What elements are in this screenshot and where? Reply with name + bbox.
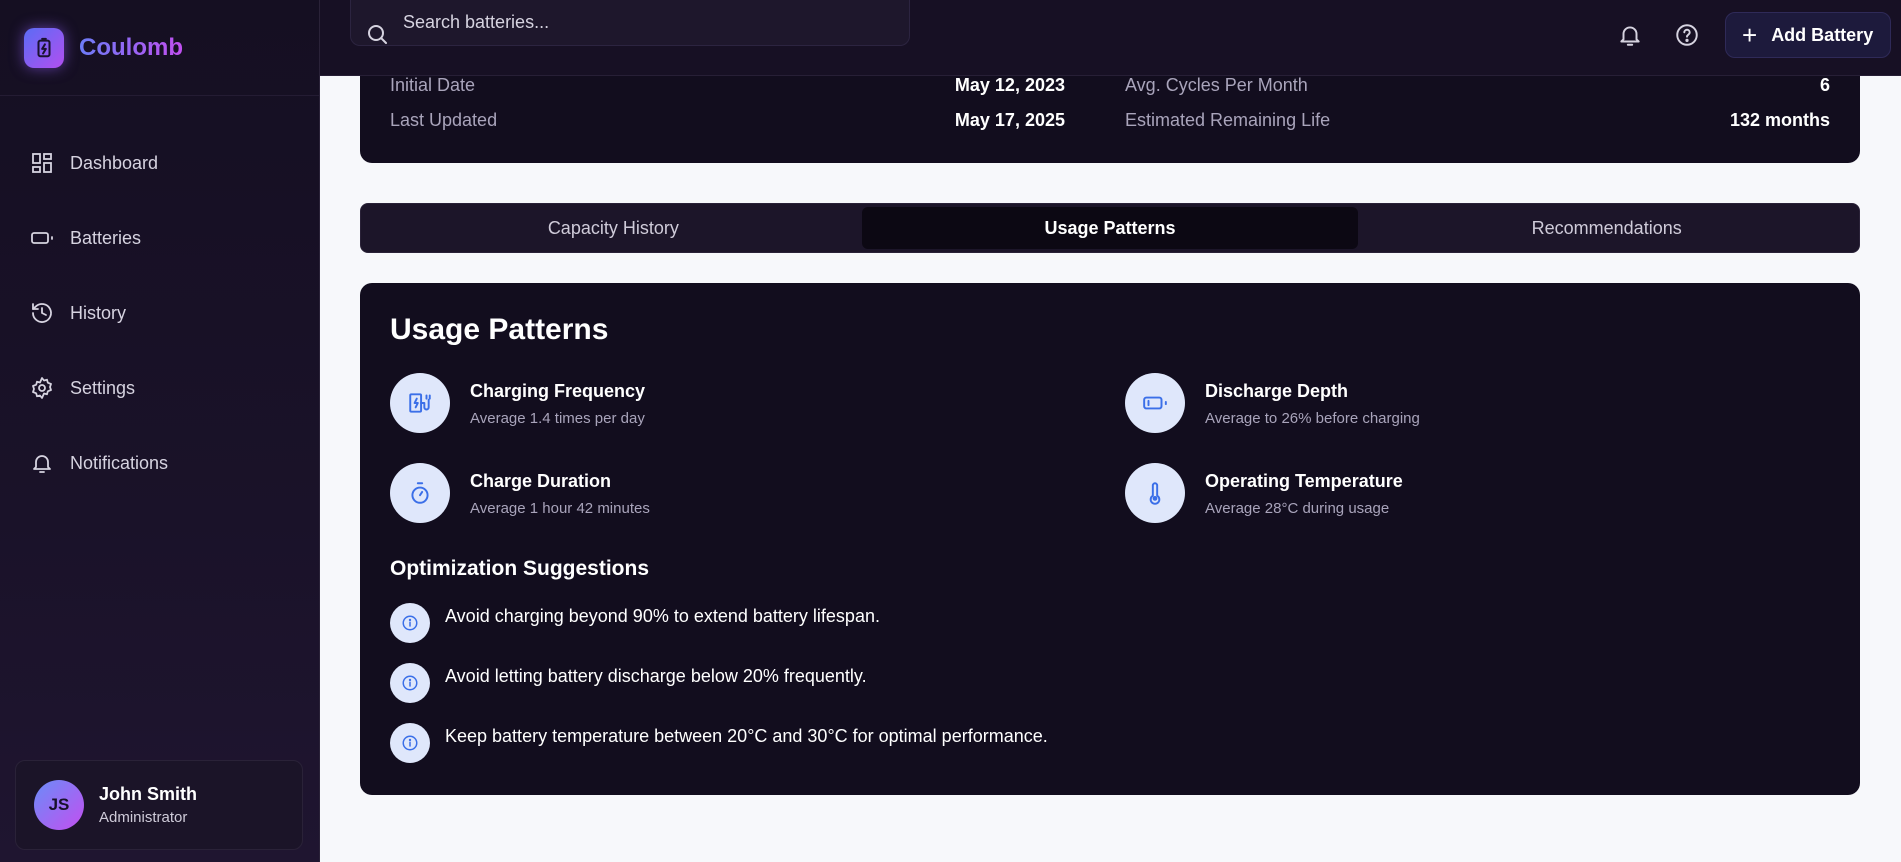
- usage-patterns-card: Usage Patterns Charging Frequency Averag…: [360, 283, 1860, 795]
- suggestion-text: Avoid letting battery discharge below 20…: [445, 665, 867, 686]
- avg-cycles-value: 6: [1819, 74, 1830, 95]
- metric-title: Charging Frequency: [470, 381, 646, 401]
- sidebar-item-label: History: [70, 302, 127, 323]
- tab-bar: Capacity History Usage Patterns Recommen…: [360, 203, 1860, 253]
- remaining-life-value: 132 months: [1729, 109, 1830, 130]
- last-updated-label: Last Updated: [390, 109, 498, 130]
- thermometer-icon: [1125, 463, 1185, 523]
- help-icon[interactable]: [1674, 22, 1700, 48]
- avg-cycles-label: Avg. Cycles Per Month: [1125, 74, 1308, 95]
- sidebar-item-notifications[interactable]: Notifications: [0, 440, 319, 486]
- suggestion-text: Keep battery temperature between 20°C an…: [445, 725, 1048, 746]
- metric-discharge-depth: Discharge Depth Average to 26% before ch…: [1125, 373, 1420, 433]
- suggestion-item: Avoid letting battery discharge below 20…: [390, 663, 867, 703]
- sidebar: Coulomb Dashboard Batteries History Sett…: [0, 0, 320, 862]
- metric-operating-temperature: Operating Temperature Average 28°C durin…: [1125, 463, 1403, 523]
- sidebar-item-label: Dashboard: [70, 152, 159, 173]
- battery-icon: [31, 232, 53, 244]
- metric-desc: Average 28°C during usage: [1205, 500, 1390, 517]
- timer-icon: [390, 463, 450, 523]
- search-input[interactable]: [403, 12, 863, 33]
- metric-title: Charge Duration: [470, 471, 612, 491]
- plus-icon: +: [1742, 20, 1758, 50]
- sidebar-item-label: Settings: [70, 377, 136, 398]
- search-bar[interactable]: [350, 0, 910, 46]
- bell-icon: [33, 455, 51, 473]
- brand-name: Coulomb: [79, 33, 183, 61]
- top-header: + Add Battery: [320, 0, 1901, 76]
- user-role: Administrator: [99, 809, 188, 826]
- info-icon: [390, 663, 430, 703]
- suggestion-item: Keep battery temperature between 20°C an…: [390, 723, 1048, 763]
- user-card[interactable]: JS John Smith Administrator: [15, 760, 303, 850]
- charging-station-icon: [390, 373, 450, 433]
- info-icon: [390, 723, 430, 763]
- sidebar-item-settings[interactable]: Settings: [0, 365, 319, 411]
- metric-charge-duration: Charge Duration Average 1 hour 42 minute…: [390, 463, 650, 523]
- metric-title: Operating Temperature: [1205, 471, 1403, 491]
- avatar: JS: [34, 780, 84, 830]
- last-updated-value: May 17, 2025: [954, 109, 1065, 130]
- info-row: Last Updated May 17, 2025 Estimated Rema…: [390, 105, 1830, 135]
- metric-title: Discharge Depth: [1205, 381, 1349, 401]
- history-icon: [32, 303, 52, 323]
- metric-desc: Average 1.4 times per day: [470, 410, 645, 427]
- user-name: John Smith: [99, 784, 197, 804]
- search-icon: [368, 24, 387, 44]
- brand[interactable]: Coulomb: [0, 0, 319, 96]
- sidebar-item-history[interactable]: History: [0, 290, 319, 336]
- metric-desc: Average 1 hour 42 minutes: [470, 500, 650, 517]
- usage-title: Usage Patterns: [390, 313, 609, 346]
- sidebar-item-label: Batteries: [70, 227, 142, 248]
- optimization-title: Optimization Suggestions: [390, 557, 650, 580]
- tab-recommendations[interactable]: Recommendations: [1358, 207, 1855, 249]
- initial-date-label: Initial Date: [390, 74, 476, 95]
- sidebar-item-dashboard[interactable]: Dashboard: [0, 140, 319, 186]
- suggestion-text: Avoid charging beyond 90% to extend batt…: [445, 605, 880, 626]
- user-info: John Smith Administrator: [99, 784, 197, 826]
- tab-usage-patterns[interactable]: Usage Patterns: [861, 207, 1359, 249]
- sidebar-item-batteries[interactable]: Batteries: [0, 215, 319, 261]
- gear-icon: [32, 377, 52, 399]
- metric-charging-frequency: Charging Frequency Average 1.4 times per…: [390, 373, 645, 433]
- remaining-life-label: Estimated Remaining Life: [1125, 109, 1331, 130]
- sidebar-nav: Dashboard Batteries History Settings Not…: [0, 140, 319, 515]
- add-battery-label: Add Battery: [1771, 24, 1874, 45]
- initial-date-value: May 12, 2023: [954, 74, 1065, 95]
- dashboard-icon: [32, 153, 52, 173]
- bell-icon[interactable]: [1617, 22, 1643, 48]
- add-battery-button[interactable]: + Add Battery: [1725, 12, 1891, 58]
- info-icon: [390, 603, 430, 643]
- battery-charging-icon: [24, 27, 64, 68]
- battery-low-icon: [1125, 373, 1185, 433]
- suggestion-item: Avoid charging beyond 90% to extend batt…: [390, 603, 880, 643]
- tab-capacity-history[interactable]: Capacity History: [365, 207, 862, 249]
- sidebar-item-label: Notifications: [70, 452, 169, 473]
- metric-desc: Average to 26% before charging: [1205, 410, 1420, 427]
